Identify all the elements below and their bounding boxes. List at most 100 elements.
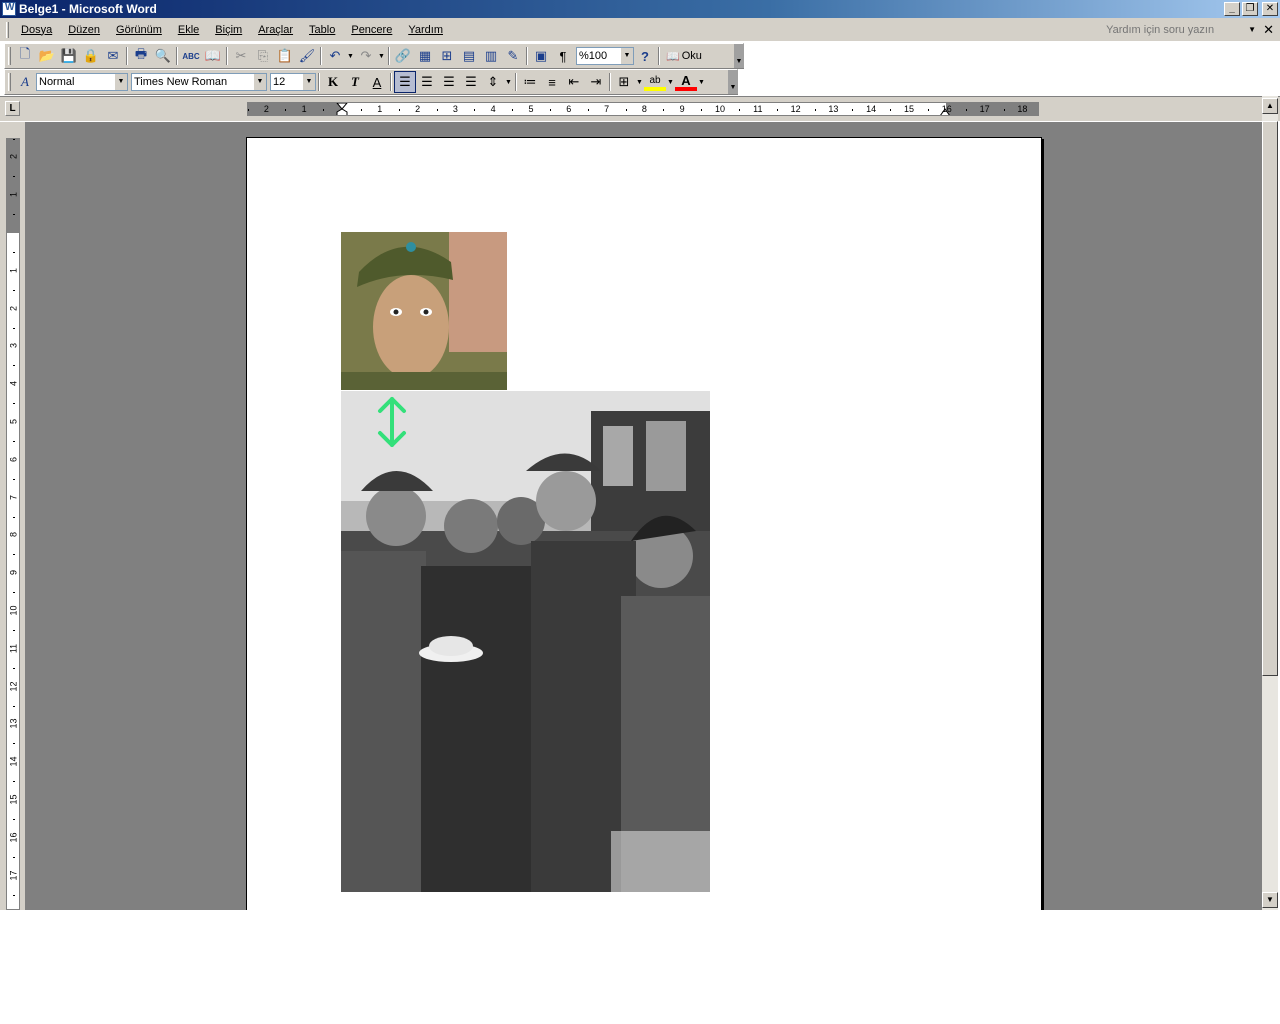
toolbar-grip[interactable] bbox=[8, 73, 11, 91]
redo-icon[interactable]: ↷ bbox=[355, 45, 377, 67]
scroll-down-button[interactable]: ▼ bbox=[1262, 892, 1278, 908]
font-size-select[interactable]: 12 ▼ bbox=[270, 73, 316, 91]
font-select[interactable]: Times New Roman ▼ bbox=[131, 73, 267, 91]
open-folder-icon[interactable]: 📂 bbox=[36, 45, 58, 67]
styles-pane-icon[interactable]: A bbox=[14, 71, 36, 93]
line-spacing-dropdown-icon[interactable]: ▼ bbox=[504, 71, 513, 93]
undo-icon[interactable]: ↶ bbox=[324, 45, 346, 67]
align-left-icon[interactable]: ☰ bbox=[394, 71, 416, 93]
line-spacing-icon[interactable]: ⇕ bbox=[482, 71, 504, 93]
justify-icon[interactable]: ☰ bbox=[460, 71, 482, 93]
scroll-thumb[interactable] bbox=[1262, 121, 1278, 676]
toolbar-options-icon[interactable]: ▼ bbox=[728, 70, 738, 94]
indent-marker-icon[interactable] bbox=[335, 103, 349, 116]
spelling-icon[interactable]: ABC bbox=[180, 45, 202, 67]
ruler-number: 3 bbox=[8, 343, 19, 349]
scroll-up-button[interactable]: ▲ bbox=[1262, 98, 1278, 114]
vertical-ruler[interactable]: 2 1 1 2 3 4 5 6 7 8 9 10 11 12 13 14 15 16 17 bbox=[6, 138, 20, 910]
highlight-dropdown-icon[interactable]: ▼ bbox=[666, 71, 675, 93]
permission-icon[interactable]: 🔒 bbox=[80, 45, 102, 67]
drawing-icon[interactable]: ✎ bbox=[502, 45, 524, 67]
copy-icon[interactable]: ⎘ bbox=[252, 45, 274, 67]
menu-tablo[interactable]: Tablo bbox=[301, 24, 343, 36]
ruler-number: 9 bbox=[8, 570, 19, 576]
font-color-icon[interactable]: A bbox=[675, 73, 697, 91]
undo-dropdown-icon[interactable]: ▼ bbox=[346, 45, 355, 67]
ruler-number: 11 bbox=[8, 643, 19, 653]
help-search-input[interactable] bbox=[1106, 21, 1247, 38]
insert-table-icon[interactable]: ⊞ bbox=[436, 45, 458, 67]
zoom-dropdown-icon[interactable]: ▼ bbox=[621, 48, 633, 64]
columns-icon[interactable]: ▥ bbox=[480, 45, 502, 67]
help-dropdown-icon[interactable]: ▼ bbox=[1248, 25, 1256, 34]
cut-icon[interactable]: ✂ bbox=[230, 45, 252, 67]
style-dropdown-icon[interactable]: ▼ bbox=[115, 74, 127, 90]
soldier-portrait-image[interactable] bbox=[341, 232, 507, 390]
redo-dropdown-icon[interactable]: ▼ bbox=[377, 45, 386, 67]
style-select[interactable]: Normal ▼ bbox=[36, 73, 128, 91]
bulleted-list-icon[interactable]: ≡ bbox=[541, 71, 563, 93]
formatting-toolbar: A Normal ▼ Times New Roman ▼ 12 ▼ K T A … bbox=[4, 69, 738, 95]
ruler-number: 11 bbox=[753, 104, 763, 114]
ruler-tick bbox=[13, 592, 15, 594]
new-document-icon[interactable]: 🗋 bbox=[14, 45, 36, 67]
format-painter-icon[interactable]: 🖌 bbox=[296, 45, 318, 67]
font-color-dropdown-icon[interactable]: ▼ bbox=[697, 71, 706, 93]
menu-duzen[interactable]: Düzen bbox=[60, 24, 108, 36]
toolbar-options-icon[interactable]: ▼ bbox=[734, 44, 744, 68]
help-icon[interactable]: ? bbox=[634, 45, 656, 67]
ruler-tick bbox=[738, 109, 740, 111]
resize-arrow-icon bbox=[378, 397, 406, 447]
vertical-scrollbar[interactable]: ▲ ▼ bbox=[1262, 96, 1278, 910]
ruler-tick bbox=[13, 894, 15, 896]
font-size-dropdown-icon[interactable]: ▼ bbox=[303, 74, 315, 90]
tables-borders-icon[interactable]: ▦ bbox=[414, 45, 436, 67]
ruler-number: 9 bbox=[679, 104, 685, 114]
minimize-button[interactable]: _ bbox=[1224, 2, 1240, 16]
align-center-icon[interactable]: ☰ bbox=[416, 71, 438, 93]
group-soldiers-photo[interactable] bbox=[341, 391, 710, 892]
horizontal-ruler[interactable]: 2 1 1 2 3 4 5 6 7 8 9 10 11 12 13 14 15 16 17 18 bbox=[247, 102, 1039, 116]
highlight-icon[interactable]: ab bbox=[644, 73, 666, 91]
hyperlink-icon[interactable]: 🔗 bbox=[392, 45, 414, 67]
menu-dosya[interactable]: Dosya bbox=[13, 24, 60, 36]
paste-icon[interactable]: 📋 bbox=[274, 45, 296, 67]
menu-bar: Dosya Düzen Görünüm Ekle Biçim Araçlar T… bbox=[0, 18, 1280, 42]
font-dropdown-icon[interactable]: ▼ bbox=[254, 74, 266, 90]
document-page[interactable] bbox=[246, 137, 1042, 910]
menu-yardim[interactable]: Yardım bbox=[400, 24, 451, 36]
print-icon[interactable]: 🖶 bbox=[130, 45, 152, 67]
email-icon[interactable]: ✉ bbox=[102, 45, 124, 67]
menu-araclar[interactable]: Araçlar bbox=[250, 24, 301, 36]
zoom-select[interactable]: %100 ▼ bbox=[576, 47, 634, 65]
menu-gorunum[interactable]: Görünüm bbox=[108, 24, 170, 36]
underline-button[interactable]: A bbox=[366, 71, 388, 93]
italic-button[interactable]: T bbox=[344, 71, 366, 93]
insert-excel-icon[interactable]: ▤ bbox=[458, 45, 480, 67]
menu-ekle[interactable]: Ekle bbox=[170, 24, 207, 36]
print-preview-icon[interactable]: 🔍 bbox=[152, 45, 174, 67]
close-button[interactable]: ✕ bbox=[1262, 2, 1278, 16]
document-close-icon[interactable]: ✕ bbox=[1263, 22, 1274, 38]
portrait-photo-drawing bbox=[341, 232, 507, 390]
align-right-icon[interactable]: ☰ bbox=[438, 71, 460, 93]
word-app-icon[interactable] bbox=[2, 2, 16, 16]
increase-indent-icon[interactable]: ⇥ bbox=[585, 71, 607, 93]
show-formatting-marks-icon[interactable]: ¶ bbox=[552, 45, 574, 67]
toolbar-grip[interactable] bbox=[8, 47, 11, 65]
borders-dropdown-icon[interactable]: ▼ bbox=[635, 71, 644, 93]
read-mode-button[interactable]: 📖 Oku bbox=[662, 50, 706, 63]
numbered-list-icon[interactable]: ≔ bbox=[519, 71, 541, 93]
menu-bicim[interactable]: Biçim bbox=[207, 24, 250, 36]
save-icon[interactable]: 💾 bbox=[58, 45, 80, 67]
bold-button[interactable]: K bbox=[322, 71, 344, 93]
menubar-grip[interactable] bbox=[6, 21, 9, 38]
restore-button[interactable]: ❐ bbox=[1242, 2, 1258, 16]
menu-pencere[interactable]: Pencere bbox=[343, 24, 400, 36]
decrease-indent-icon[interactable]: ⇤ bbox=[563, 71, 585, 93]
tab-selector[interactable]: L bbox=[5, 101, 20, 116]
borders-icon[interactable]: ⊞ bbox=[613, 71, 635, 93]
research-icon[interactable]: 📖 bbox=[202, 45, 224, 67]
ruler-number: 1 bbox=[377, 104, 383, 114]
document-map-icon[interactable]: ▣ bbox=[530, 45, 552, 67]
